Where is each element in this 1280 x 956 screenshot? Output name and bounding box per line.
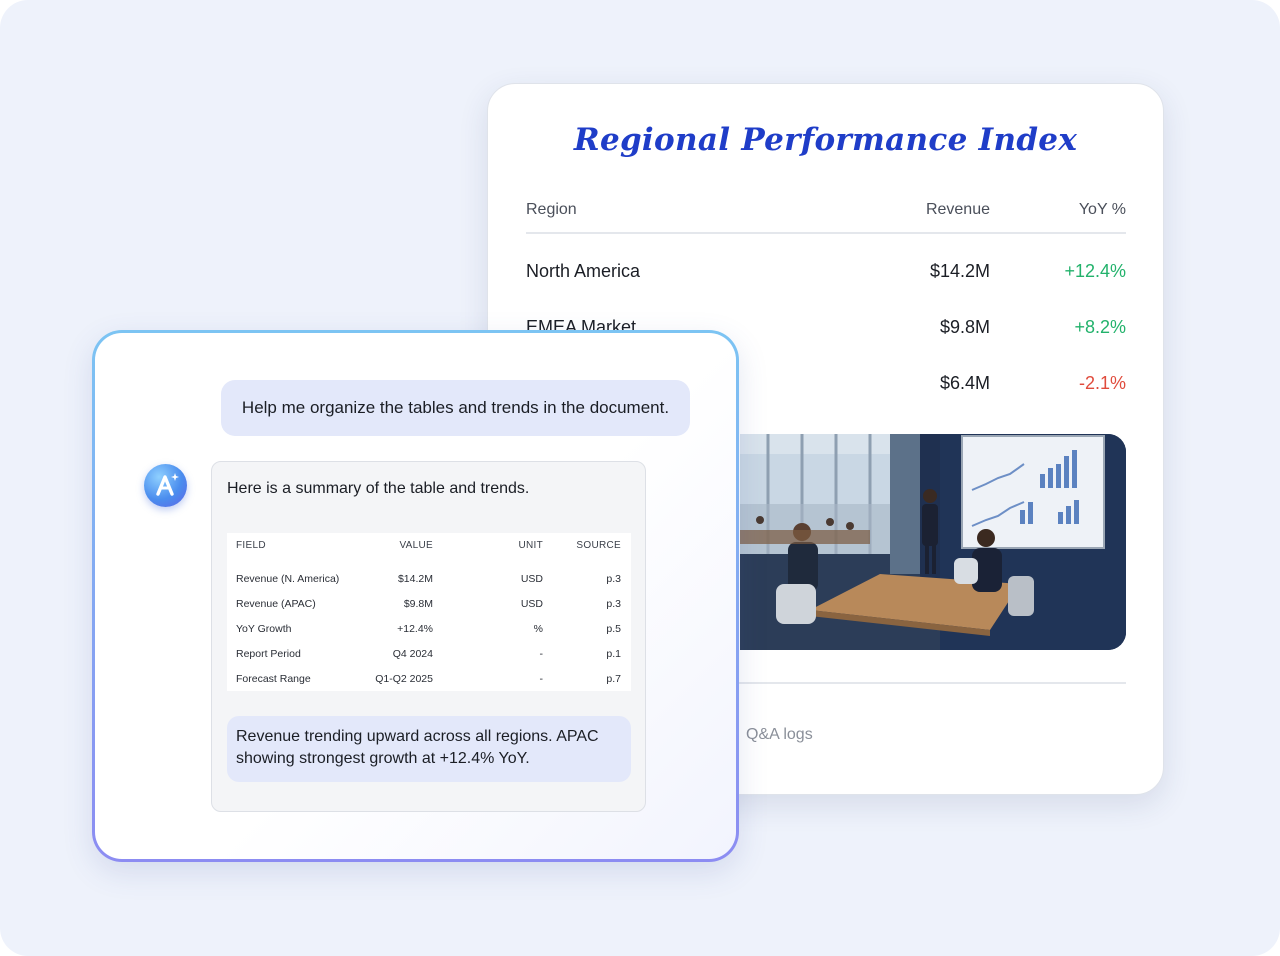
summary-table: FIELD VALUE UNIT SOURCE Revenue (N. Amer…	[227, 533, 631, 691]
region-cell: North America	[526, 261, 641, 281]
summary-value-cell: Q1-Q2 2025	[375, 673, 433, 685]
summary-header-value: VALUE	[399, 540, 433, 551]
assistant-avatar	[144, 464, 187, 507]
summary-header-field: FIELD	[236, 540, 266, 551]
canvas-background: Regional Performance Index Region Revenu…	[0, 0, 1280, 956]
trend-insight-text: Revenue trending upward across all regio…	[236, 728, 599, 767]
summary-field-cell: Forecast Range	[236, 673, 311, 685]
summary-source-cell: p.3	[606, 573, 621, 585]
summary-source-cell: p.7	[606, 673, 621, 685]
summary-source-cell: p.5	[606, 623, 621, 635]
assistant-intro-text: Here is a summary of the table and trend…	[227, 480, 530, 497]
header-divider	[526, 232, 1126, 234]
document-title: Regional Performance Index	[573, 122, 1078, 158]
summary-field-cell: YoY Growth	[236, 623, 292, 635]
yoy-cell: +12.4%	[1064, 261, 1126, 281]
summary-value-cell: Q4 2024	[392, 648, 433, 660]
user-message-bubble: Help me organize the tables and trends i…	[221, 380, 690, 436]
summary-header-source: SOURCE	[576, 540, 621, 551]
column-header-region: Region	[526, 201, 577, 218]
yoy-cell: +8.2%	[1074, 317, 1126, 337]
yoy-cell: -2.1%	[1078, 373, 1126, 393]
summary-value-cell: $9.8M	[403, 598, 433, 610]
user-message-text: Help me organize the tables and trends i…	[241, 398, 670, 417]
meeting-photo-illustration	[740, 434, 1126, 650]
column-header-yoy: YoY %	[1078, 201, 1126, 218]
summary-source-cell: p.3	[606, 598, 621, 610]
summary-source-cell: p.1	[606, 648, 621, 660]
trend-insight-bubble: Revenue trending upward across all regio…	[227, 716, 631, 782]
qa-logs-label: Q&A logs	[746, 726, 813, 743]
summary-value-cell: $14.2M	[397, 573, 433, 585]
summary-field-cell: Report Period	[236, 648, 301, 660]
meeting-room-photo	[740, 434, 1126, 650]
summary-value-cell: +12.4%	[397, 623, 433, 635]
summary-field-cell: Revenue (APAC)	[236, 598, 316, 610]
assistant-logo-icon	[156, 473, 179, 496]
summary-field-cell: Revenue (N. America)	[236, 573, 340, 585]
